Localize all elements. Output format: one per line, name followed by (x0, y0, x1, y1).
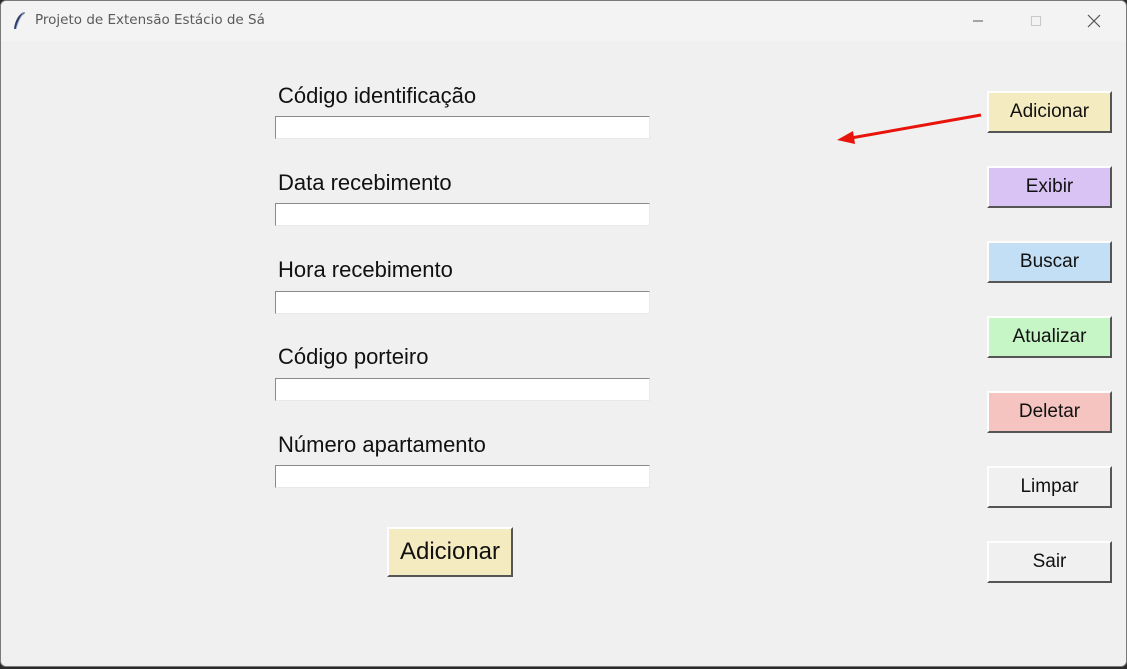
hora-recebimento-label: Hora recebimento (278, 257, 453, 282)
app-window: Projeto de Extensão Estácio de Sá Código… (0, 0, 1127, 667)
sidebar-sair-button[interactable]: Sair (987, 541, 1112, 583)
sidebar-limpar-button[interactable]: Limpar (987, 466, 1112, 508)
sidebar-buscar-button[interactable]: Buscar (987, 241, 1112, 283)
data-recebimento-label: Data recebimento (278, 170, 452, 195)
codigo-porteiro-input[interactable] (275, 378, 650, 401)
hora-recebimento-input[interactable] (275, 291, 650, 314)
numero-apartamento-label: Número apartamento (278, 432, 486, 457)
maximize-icon (1031, 16, 1041, 26)
minimize-icon (973, 20, 983, 22)
codigo-identificacao-label: Código identificação (278, 83, 477, 108)
codigo-porteiro-label: Código porteiro (278, 344, 429, 369)
sidebar-exibir-button[interactable]: Exibir (987, 166, 1112, 208)
codigo-identificacao-input[interactable] (275, 116, 650, 139)
maximize-button[interactable] (1007, 1, 1065, 41)
main-content: Código identificação Data recebimento Ho… (1, 41, 1126, 666)
arrow-shaft (850, 113, 982, 140)
red-arrow-icon (837, 113, 982, 144)
minimize-button[interactable] (949, 1, 1007, 41)
numero-apartamento-input[interactable] (275, 465, 650, 488)
title-bar[interactable]: Projeto de Extensão Estácio de Sá (1, 1, 1126, 41)
submit-add-button[interactable]: Adicionar (387, 527, 513, 577)
data-recebimento-input[interactable] (275, 203, 650, 226)
sidebar-atualizar-button[interactable]: Atualizar (987, 316, 1112, 358)
close-button[interactable] (1065, 1, 1123, 41)
window-title: Projeto de Extensão Estácio de Sá (35, 12, 265, 28)
feather-icon (11, 11, 27, 31)
close-icon (1087, 14, 1101, 28)
sidebar-adicionar-button[interactable]: Adicionar (987, 91, 1112, 133)
sidebar-deletar-button[interactable]: Deletar (987, 391, 1112, 433)
arrow-head (837, 131, 855, 144)
